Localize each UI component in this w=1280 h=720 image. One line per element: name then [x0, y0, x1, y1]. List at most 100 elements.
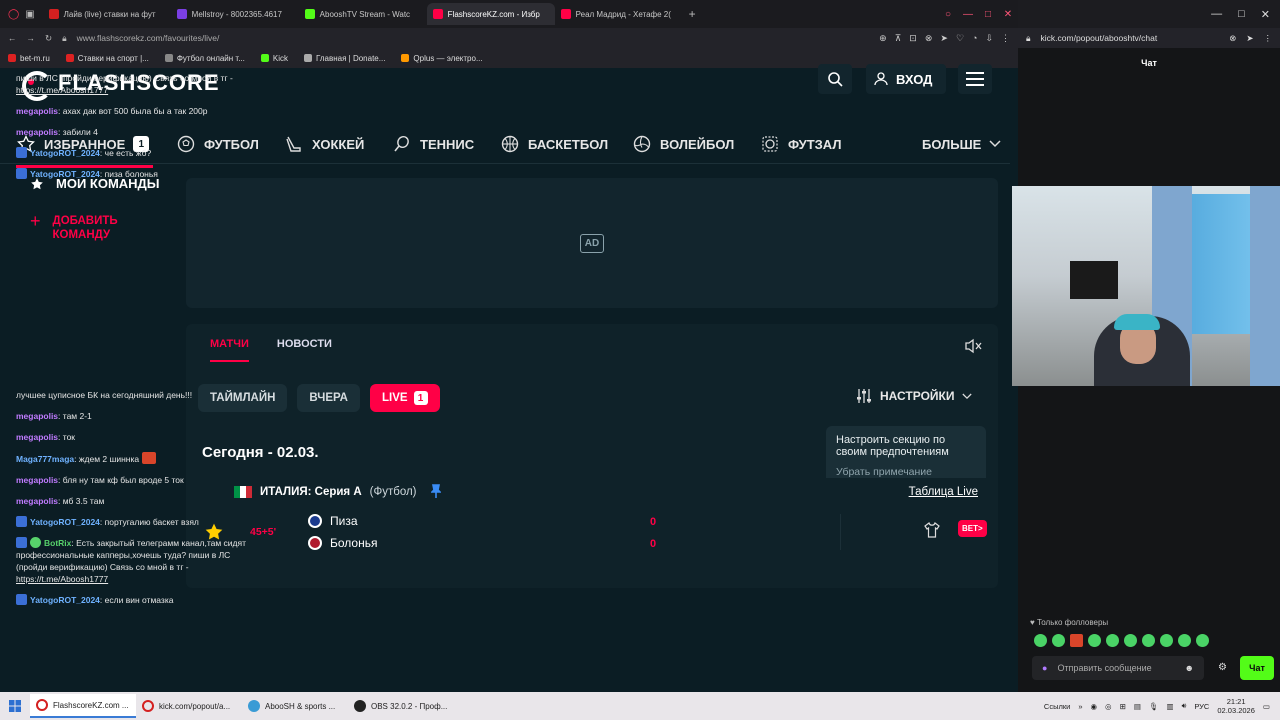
emote-icon[interactable]	[1088, 634, 1101, 647]
network-icon[interactable]: ▥	[1167, 702, 1174, 711]
filter-live[interactable]: LIVE 1	[370, 384, 440, 412]
send-icon[interactable]: ➤	[940, 33, 948, 44]
notifications-icon[interactable]: ▭	[1263, 702, 1270, 711]
links-toolbar[interactable]: Ссылки	[1044, 702, 1070, 711]
tab-matches[interactable]: МАТЧИ	[210, 338, 249, 362]
emote-icon[interactable]	[1070, 634, 1083, 647]
close-icon[interactable]: ✕	[998, 0, 1018, 28]
emote-icon[interactable]	[1196, 634, 1209, 647]
chat-send-button[interactable]: Чат	[1240, 656, 1274, 680]
bookmark-item[interactable]: bet-m.ru	[8, 54, 50, 63]
add-team-button[interactable]: + ДОБАВИТЬ КОМАНДУ	[30, 212, 160, 242]
emote-icon[interactable]	[1178, 634, 1191, 647]
windows-start-icon[interactable]	[0, 700, 30, 712]
nav-more[interactable]: БОЛЬШЕ	[922, 126, 1001, 162]
browser-tab-active[interactable]: FlashscoreKZ.com - Избр	[426, 3, 555, 25]
nav-volleyball[interactable]: ВОЛЕЙБОЛ	[632, 126, 734, 162]
snapshot-icon[interactable]: ⊡	[909, 33, 917, 44]
chat-username[interactable]: Maga777maga	[16, 454, 74, 464]
volume-icon[interactable]: 🔊︎	[1182, 701, 1187, 711]
close-icon[interactable]: ✕	[1261, 8, 1270, 21]
emote-icon[interactable]	[1124, 634, 1137, 647]
new-tab-icon[interactable]: +	[683, 7, 702, 21]
back-icon[interactable]: ←	[8, 33, 17, 43]
chat-username[interactable]: megapolis	[16, 127, 58, 137]
bookmark-item[interactable]: Футбол онлайн т...	[164, 54, 245, 63]
telegram-link[interactable]: https://t.me/Aboosh1777	[16, 85, 108, 95]
chat-username[interactable]: YatogoROT_2024	[30, 169, 100, 179]
chat-url[interactable]: kick.com/popout/abooshtv/chat	[1041, 33, 1158, 43]
browser-tab[interactable]: Mellstroy - 8002365.4617	[171, 3, 299, 25]
chat-username[interactable]: YatogoROT_2024	[30, 517, 100, 527]
nav-futsal[interactable]: ФУТЗАЛ	[760, 126, 841, 162]
taskbar-item[interactable]: FlashscoreKZ.com ...	[30, 694, 136, 718]
send-icon[interactable]: ➤	[1246, 33, 1253, 44]
login-button[interactable]: ВХОД	[866, 64, 946, 94]
chat-username[interactable]: megapolis	[16, 411, 58, 421]
clock[interactable]: 21:21 02.03.2026	[1217, 697, 1255, 715]
bookmark-item[interactable]: Главная | Donate...	[303, 54, 385, 63]
emote-icon[interactable]	[1160, 634, 1173, 647]
minimize-icon[interactable]: —	[958, 0, 978, 28]
search-button[interactable]	[818, 64, 852, 94]
heart-icon[interactable]: ♡	[956, 33, 964, 44]
download-icon[interactable]: ⇩	[985, 33, 993, 44]
chat-username[interactable]: megapolis	[16, 475, 58, 485]
chat-username[interactable]: YatogoROT_2024	[30, 595, 100, 605]
hamburger-menu-button[interactable]	[958, 64, 992, 94]
zoom-icon[interactable]: ⊕	[879, 33, 887, 44]
language-indicator[interactable]: РУС	[1194, 702, 1209, 711]
taskbar-item[interactable]: kick.com/popout/a...	[136, 694, 242, 718]
league-header[interactable]: ИТАЛИЯ: Серия А (Футбол) Таблица Live	[198, 478, 988, 506]
chat-username[interactable]: megapolis	[16, 496, 58, 506]
taskbar-item[interactable]: AbooSH & sports ...	[242, 694, 348, 718]
tray-app-icon[interactable]: ◉	[1090, 702, 1097, 711]
microphone-icon[interactable]: ●	[1042, 663, 1047, 673]
telegram-link[interactable]: https://t.me/Aboosh1777	[16, 574, 108, 584]
bookmark-item[interactable]: Kick	[260, 54, 288, 63]
pin-icon[interactable]: ⊼	[895, 33, 902, 44]
emoji-icon[interactable]: ☻	[1185, 663, 1194, 673]
browser-tab[interactable]: AbooshTV Stream - Watc	[299, 3, 427, 25]
taskbar-item[interactable]: OBS 32.0.2 - Проф...	[348, 694, 454, 718]
filter-yesterday[interactable]: ВЧЕРА	[297, 384, 360, 412]
forward-icon[interactable]: →	[27, 33, 36, 43]
microphone-icon[interactable]: 🎙︎	[1149, 702, 1159, 711]
search-tabs-icon[interactable]: ○	[938, 0, 958, 28]
nav-basketball[interactable]: БАСКЕТБОЛ	[500, 126, 608, 162]
pin-icon[interactable]	[429, 483, 442, 501]
tray-expand-icon[interactable]: »	[1078, 702, 1082, 711]
block-icon[interactable]: ⊗	[925, 33, 933, 44]
settings-gear-icon[interactable]: ⚙	[1218, 662, 1227, 673]
maximize-icon[interactable]: □	[1238, 8, 1245, 20]
bookmark-item[interactable]: Qplus — электро...	[401, 54, 483, 63]
tray-app-icon[interactable]: ▤	[1134, 702, 1141, 711]
browser-tab[interactable]: Лайв (live) ставки на фут	[43, 3, 171, 25]
lineup-shirt-icon[interactable]	[924, 522, 940, 543]
nav-hockey[interactable]: ХОККЕЙ	[284, 126, 364, 162]
browser-tab[interactable]: Реал Мадрид - Хетафе 2(	[555, 3, 683, 25]
block-icon[interactable]: ⊗	[1229, 33, 1236, 44]
tray-app-icon[interactable]: ◎	[1105, 702, 1112, 711]
tab-menu-icon[interactable]: ▣	[25, 9, 34, 20]
emote-icon[interactable]	[1052, 634, 1065, 647]
dismiss-tooltip-link[interactable]: Убрать примечание	[836, 466, 976, 478]
live-table-link[interactable]: Таблица Live	[909, 486, 978, 498]
match-row[interactable]: 45+5' Пиза Болонья 0 0 BET>	[198, 508, 988, 558]
maximize-icon[interactable]: □	[978, 0, 998, 28]
bookmark-item[interactable]: Ставки на спорт |...	[65, 54, 149, 63]
profile-icon[interactable]: ◔	[972, 33, 977, 44]
bet-button[interactable]: BET>	[958, 520, 987, 537]
chat-username[interactable]: BotRix	[44, 538, 71, 548]
emote-icon[interactable]	[1106, 634, 1119, 647]
sound-mute-icon[interactable]	[964, 338, 982, 359]
tray-app-icon[interactable]: ⊞	[1120, 702, 1126, 711]
emote-icon[interactable]	[1142, 634, 1155, 647]
chat-username[interactable]: YatogoROT_2024	[30, 148, 100, 158]
minimize-icon[interactable]: —	[1211, 8, 1222, 20]
opera-icon[interactable]: ◯	[8, 9, 19, 20]
reload-icon[interactable]: ↻	[45, 33, 52, 44]
menu-dots-icon[interactable]: ⋮	[1264, 33, 1273, 44]
menu-dots-icon[interactable]: ⋮	[1001, 33, 1010, 44]
chat-username[interactable]: megapolis	[16, 432, 58, 442]
